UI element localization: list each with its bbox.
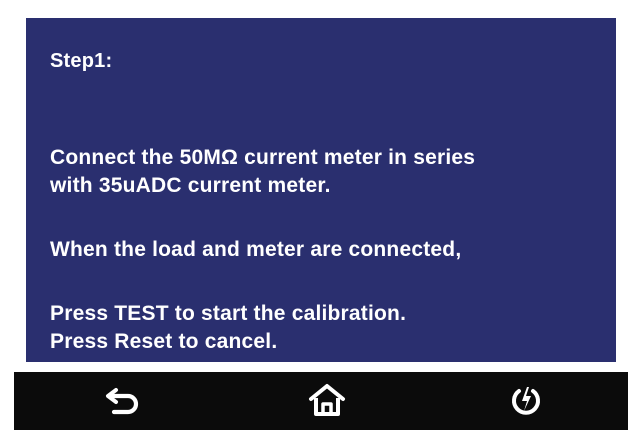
step-title: Step1: [50,50,113,72]
bottom-nav-bar [14,372,628,430]
back-arrow-icon [106,388,139,415]
power-button[interactable] [504,380,548,420]
calibration-screen: Step1: Connect the 50MΩ current meter in… [26,18,616,362]
instruction-line: with 35uADC current meter. [50,174,331,197]
instruction-line: Press TEST to start the calibration. [50,302,407,325]
device-bezel: Step1: Connect the 50MΩ current meter in… [14,6,628,430]
home-button[interactable] [305,380,349,420]
screen-frame: Step1: Connect the 50MΩ current meter in… [14,6,628,372]
power-icon [512,387,540,415]
instruction-line: Connect the 50MΩ current meter in series [50,146,476,169]
back-button[interactable] [102,380,146,420]
home-icon [309,384,345,416]
instruction-line: When the load and meter are connected, [50,238,462,261]
instruction-line: Press Reset to cancel. [50,330,278,353]
